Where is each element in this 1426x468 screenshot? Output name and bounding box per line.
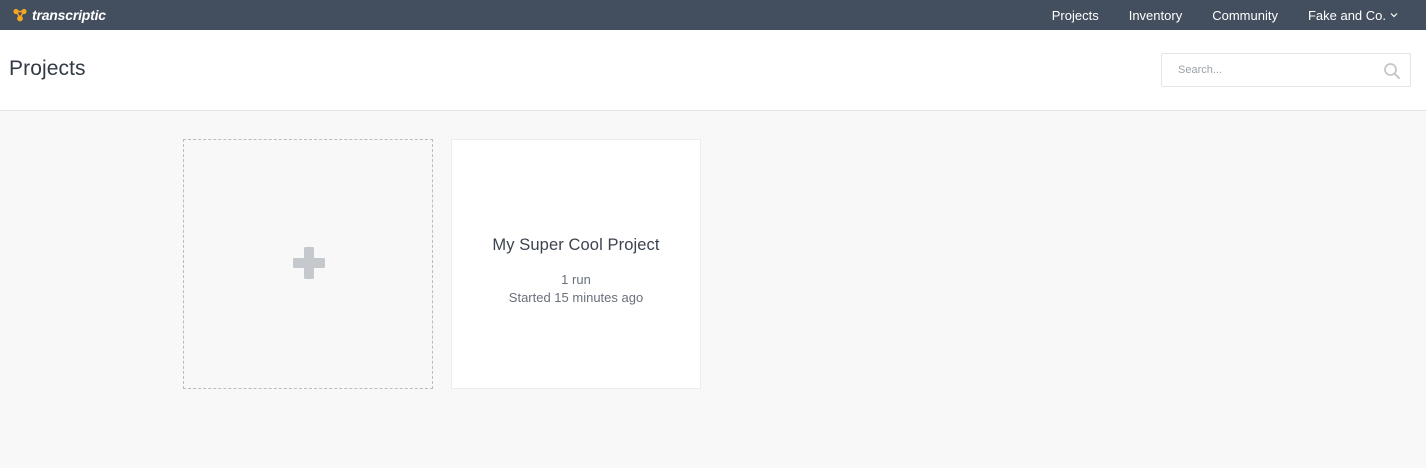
page-header: Projects	[0, 30, 1426, 111]
chevron-down-icon	[1390, 13, 1398, 18]
main-nav: Projects Inventory Community Fake and Co…	[1052, 0, 1426, 30]
search-input[interactable]	[1162, 55, 1372, 85]
new-project-card[interactable]	[183, 139, 433, 389]
project-name: My Super Cool Project	[492, 236, 660, 254]
page-title: Projects	[9, 57, 86, 80]
project-run-count: 1 run	[561, 272, 591, 287]
plus-icon	[293, 247, 325, 279]
project-started-time: Started 15 minutes ago	[508, 290, 644, 305]
search-box	[1161, 53, 1411, 87]
nav-community-link[interactable]: Community	[1212, 8, 1278, 23]
nav-projects-link[interactable]: Projects	[1052, 8, 1099, 23]
top-navbar: transcriptic Projects Inventory Communit…	[0, 0, 1426, 30]
brand-home-link[interactable]: transcriptic	[12, 0, 106, 30]
project-card[interactable]: My Super Cool Project 1 run Started 15 m…	[451, 139, 701, 389]
search-icon[interactable]	[1383, 62, 1401, 80]
account-menu[interactable]: Fake and Co.	[1308, 8, 1398, 23]
account-name: Fake and Co.	[1307, 7, 1386, 23]
brand-name: transcriptic	[32, 7, 106, 23]
nav-inventory-link[interactable]: Inventory	[1129, 8, 1182, 23]
transcriptic-logo-icon	[13, 8, 27, 22]
